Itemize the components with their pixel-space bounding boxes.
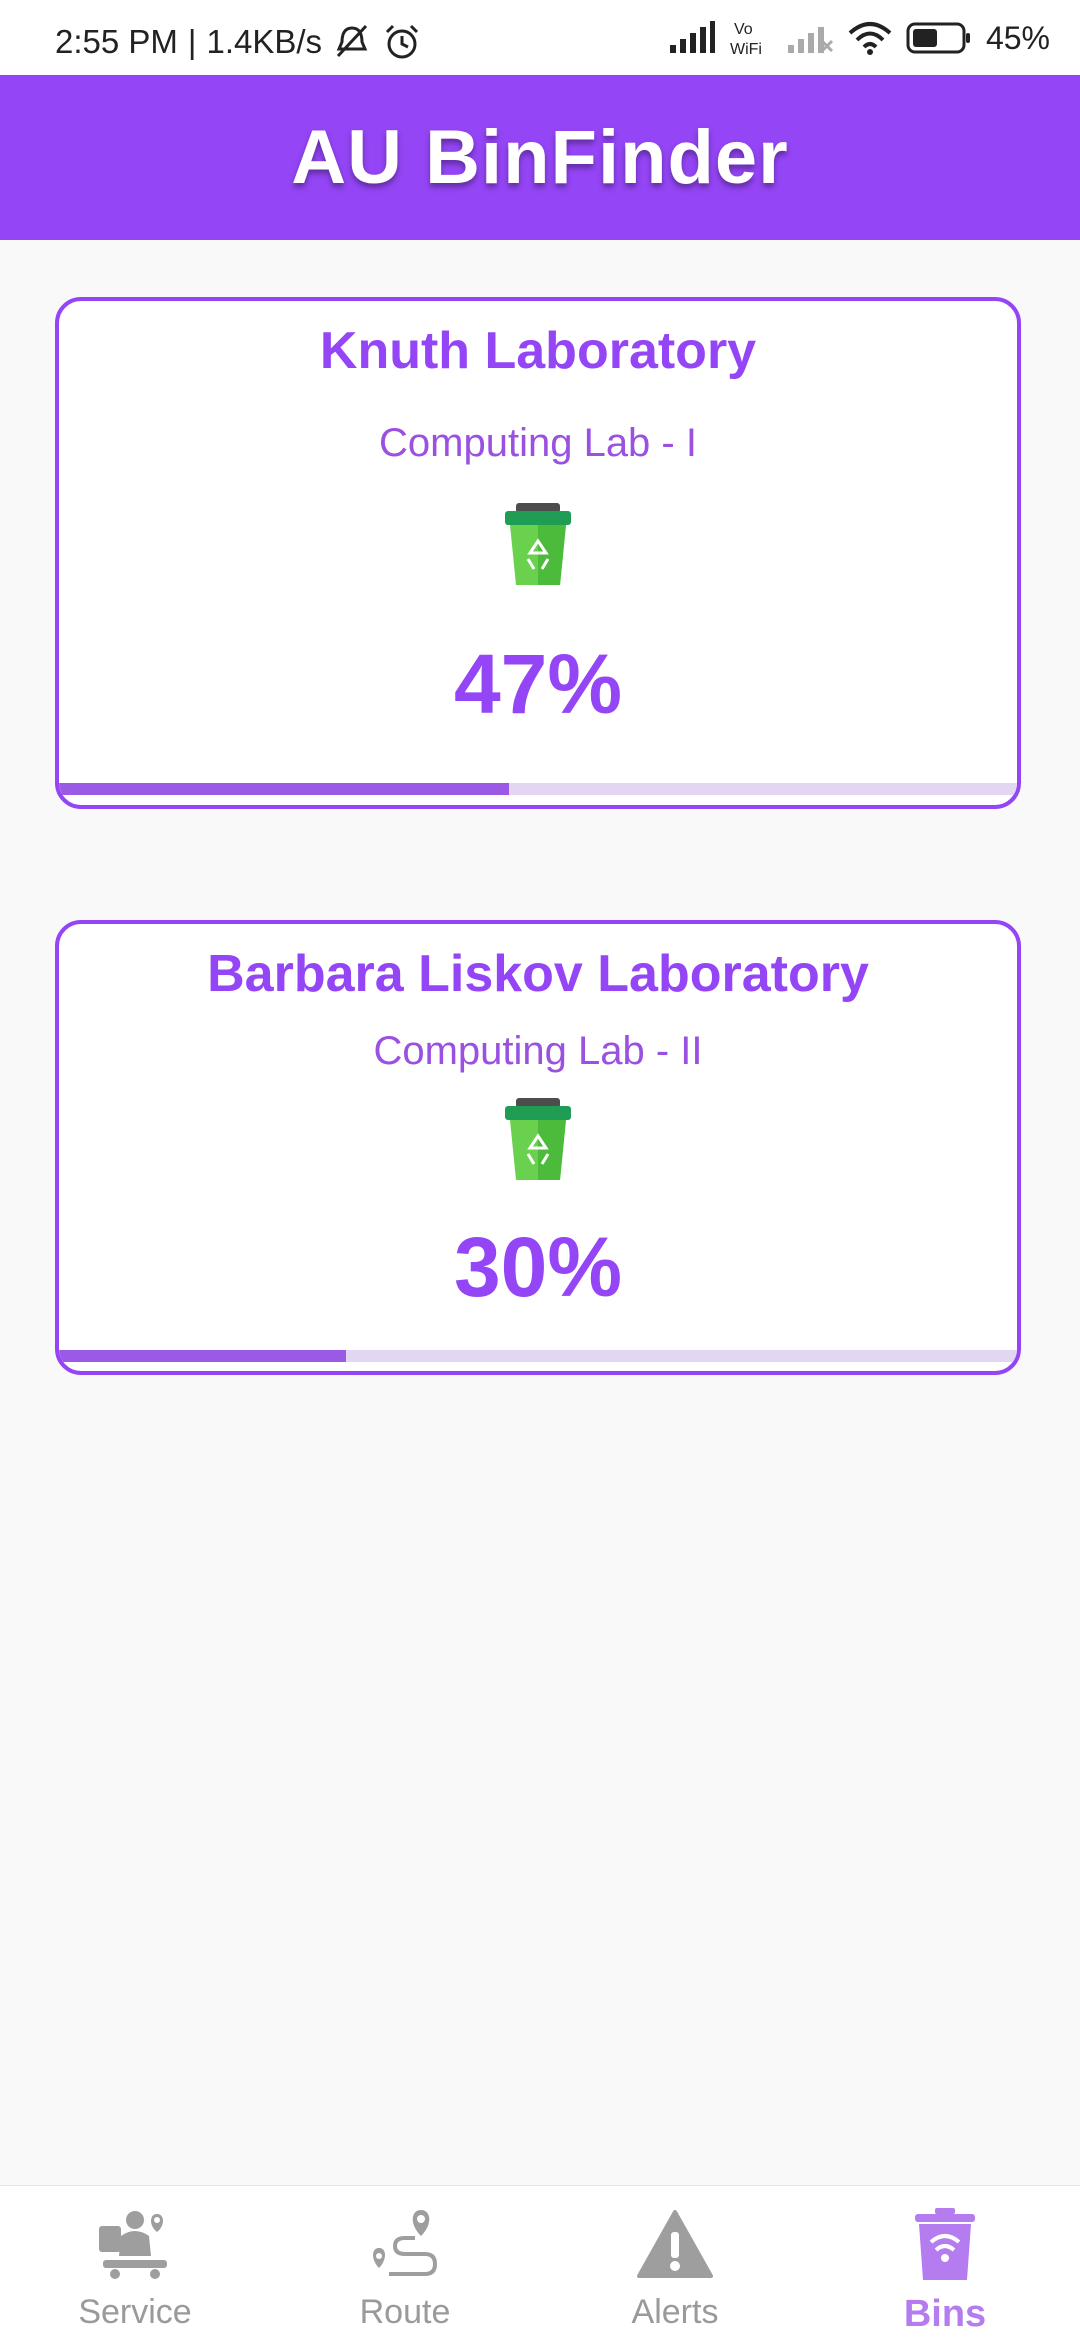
alert-icon bbox=[637, 2210, 713, 2278]
bin-name: Knuth Laboratory bbox=[319, 322, 757, 380]
nav-item-service[interactable]: Service bbox=[0, 2186, 270, 2341]
app-bar: AU BinFinder bbox=[0, 75, 1080, 240]
bin-fill-percent: 47% bbox=[453, 637, 623, 731]
bin-fill-progress bbox=[59, 1350, 1017, 1362]
bin-icon bbox=[915, 2208, 975, 2280]
bin-card[interactable]: Knuth Laboratory Computing Lab - I 47% bbox=[55, 297, 1021, 809]
bin-fill-progress bbox=[59, 783, 1017, 795]
bin-fill-progress-fill bbox=[59, 1350, 347, 1362]
vowifi-icon: Vo WiFi bbox=[730, 21, 762, 58]
wifi-icon bbox=[848, 22, 892, 55]
nav-label-alerts: Alerts bbox=[631, 2293, 719, 2331]
status-bar: 2:55 PM | 1.4KB/s Vo WiFi 45% bbox=[0, 0, 1080, 75]
route-icon bbox=[373, 2210, 438, 2276]
mute-icon bbox=[336, 24, 368, 58]
app-title: AU BinFinder bbox=[291, 115, 789, 200]
recycle-bin-icon bbox=[505, 503, 571, 585]
service-icon bbox=[99, 2211, 167, 2279]
bottom-nav: Service Route Alerts Bins bbox=[0, 2185, 1080, 2341]
battery-icon bbox=[906, 22, 970, 54]
recycle-bin-icon bbox=[505, 1098, 571, 1180]
signal-off-icon bbox=[787, 27, 834, 53]
status-network-speed: 1.4KB/s bbox=[206, 23, 323, 60]
bin-card[interactable]: Barbara Liskov Laboratory Computing Lab … bbox=[55, 920, 1021, 1375]
alarm-icon bbox=[386, 24, 419, 59]
nav-label-bins: Bins bbox=[903, 2293, 987, 2335]
bin-fill-progress-fill bbox=[59, 783, 510, 795]
nav-label-service: Service bbox=[78, 2293, 192, 2331]
status-time: 2:55 PM bbox=[55, 23, 178, 60]
bin-fill-percent: 30% bbox=[453, 1220, 623, 1314]
signal-icon bbox=[669, 21, 715, 53]
nav-item-route[interactable]: Route bbox=[270, 2186, 540, 2341]
svg-text:Vo: Vo bbox=[734, 21, 753, 38]
nav-item-bins[interactable]: Bins bbox=[810, 2186, 1080, 2341]
battery-percent: 45% bbox=[985, 19, 1050, 56]
bin-location: Computing Lab - II bbox=[373, 1029, 703, 1073]
nav-item-alerts[interactable]: Alerts bbox=[540, 2186, 810, 2341]
status-left: 2:55 PM | 1.4KB/s bbox=[55, 22, 422, 62]
nav-label-route: Route bbox=[359, 2293, 451, 2331]
svg-text:WiFi: WiFi bbox=[730, 41, 762, 58]
bin-location: Computing Lab - I bbox=[379, 421, 697, 465]
bin-name: Barbara Liskov Laboratory bbox=[207, 945, 869, 1003]
status-separator: | bbox=[187, 23, 197, 60]
status-right: Vo WiFi 45% bbox=[668, 18, 1050, 58]
